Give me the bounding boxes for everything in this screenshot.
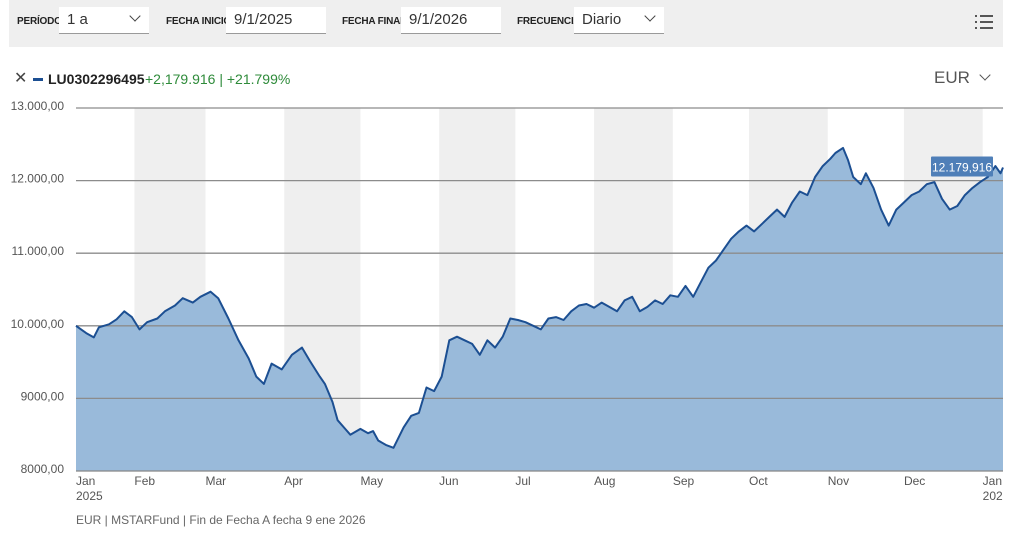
last-value-label: 12.179,916: [932, 161, 992, 175]
y-tick-label: 12.000,00: [11, 172, 65, 186]
x-tick-label: Nov: [828, 474, 849, 488]
currency-value: EUR: [934, 68, 970, 87]
chevron-down-icon: [979, 69, 991, 81]
y-tick-label: 11.000,00: [12, 244, 65, 258]
start-date-label: FECHA INICIO: [166, 16, 232, 27]
end-date-value: 9/1/2026: [409, 11, 468, 28]
frequency-value: Diario: [582, 11, 622, 28]
x-tick-label: Jan: [983, 474, 1002, 488]
chart-footer: EUR | MSTARFund | Fin de Fecha A fecha 9…: [76, 513, 366, 527]
close-icon[interactable]: ✕: [14, 70, 27, 88]
end-date-label: FECHA FINAL: [342, 16, 407, 27]
list-menu-icon[interactable]: [975, 14, 993, 30]
x-tick-label: Jan: [76, 474, 95, 488]
frequency-label: FRECUENCIA: [517, 16, 581, 27]
x-tick-label: Oct: [749, 474, 768, 488]
right-mask: [1003, 472, 1019, 511]
series-change: +2,179.916 | +21.799%: [145, 71, 291, 87]
x-tick-label: Jun: [439, 474, 458, 488]
price-chart: 8000,00 9000,00 10.000,00 11.000,00 12.000,0…: [11, 99, 1019, 511]
x-tick-label: Apr: [284, 474, 303, 488]
x-tick-label: Feb: [134, 474, 155, 488]
y-tick-label: 9000,00: [21, 389, 65, 403]
end-date-field[interactable]: 9/1/2026: [401, 7, 501, 34]
x-tick-label: Aug: [594, 474, 615, 488]
y-tick-label: 8000,00: [21, 462, 65, 476]
period-select[interactable]: 1 a: [59, 7, 149, 34]
y-tick-label: 10.000,00: [11, 317, 65, 331]
period-value: 1 a: [67, 11, 88, 28]
series-swatch: [33, 78, 43, 81]
chevron-down-icon: [129, 10, 141, 22]
frequency-select[interactable]: Diario: [574, 7, 664, 34]
currency-select[interactable]: EUR: [934, 68, 991, 88]
x-tick-label: Jul: [515, 474, 530, 488]
x-tick-label: Mar: [206, 474, 227, 488]
chevron-down-icon: [644, 10, 656, 22]
x-tick-label: May: [360, 474, 383, 488]
series-area: [76, 147, 1003, 471]
y-tick-label: 13.000,00: [11, 99, 65, 113]
x-tick-label: Sep: [673, 474, 695, 488]
start-date-value: 9/1/2025: [234, 11, 293, 28]
start-date-field[interactable]: 9/1/2025: [226, 7, 326, 34]
period-label: PERÍODO: [17, 16, 62, 27]
x-tick-sublabel: 2025: [76, 489, 103, 503]
series-name: LU0302296495: [48, 71, 145, 87]
x-tick-label: Dec: [904, 474, 925, 488]
toolbar: PERÍODO 1 a FECHA INICIO 9/1/2025 FECHA …: [9, 0, 1003, 47]
